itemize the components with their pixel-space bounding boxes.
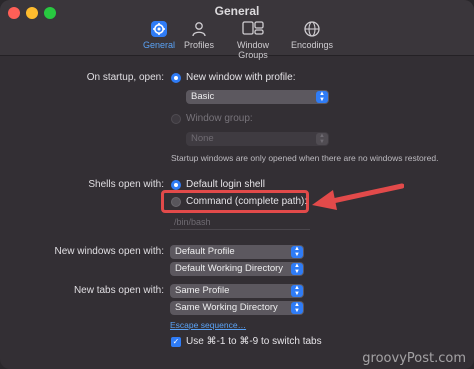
new-windows-directory-popup[interactable]: Default Working Directory ▲ ▼ — [170, 262, 304, 276]
startup-profile-value: Basic — [191, 91, 215, 102]
new-windows-directory-value: Default Working Directory — [175, 263, 284, 274]
startup-profile-popup[interactable]: Basic ▲ ▼ — [186, 90, 329, 104]
tab-window-groups[interactable]: Window Groups — [222, 20, 284, 60]
startup-group-value: None — [191, 133, 214, 144]
startup-label: On startup, open: — [86, 72, 164, 83]
switch-tabs-checkbox[interactable]: ✓ — [171, 337, 181, 347]
new-tabs-profile-popup[interactable]: Same Profile ▲ ▼ — [170, 284, 304, 298]
shells-label: Shells open with: — [88, 179, 164, 190]
tab-encodings-label: Encodings — [290, 40, 334, 50]
tab-general-label: General — [142, 40, 176, 50]
startup-new-window-label[interactable]: New window with profile: — [186, 72, 296, 83]
new-tabs-directory-popup[interactable]: Same Working Directory ▲ ▼ — [170, 301, 304, 315]
preferences-window: General General Profiles Window Groups E… — [0, 0, 474, 369]
chevron-updown-icon: ▲ ▼ — [316, 133, 328, 145]
shell-command-label[interactable]: Command (complete path): — [186, 196, 307, 207]
watermark: groovyPost.com — [362, 351, 466, 366]
globe-icon — [290, 20, 334, 38]
chevron-updown-icon: ▲ ▼ — [291, 263, 303, 275]
chevron-updown-icon: ▲ ▼ — [291, 285, 303, 297]
new-tabs-label: New tabs open with: — [73, 285, 164, 296]
tab-encodings[interactable]: Encodings — [290, 20, 334, 54]
shell-command-path-input[interactable]: /bin/bash — [170, 215, 310, 230]
startup-window-group-label: Window group: — [186, 113, 253, 124]
chevron-updown-icon: ▲ ▼ — [291, 302, 303, 314]
chevron-updown-icon: ▲ ▼ — [291, 246, 303, 258]
tab-profiles-label: Profiles — [183, 40, 214, 50]
new-windows-profile-popup[interactable]: Default Profile ▲ ▼ — [170, 245, 304, 259]
tab-window-groups-label: Window Groups — [236, 40, 269, 60]
shell-command-radio[interactable] — [171, 197, 181, 207]
annotation-arrow-icon — [308, 180, 405, 217]
chevron-updown-icon: ▲ ▼ — [316, 91, 328, 103]
startup-note: Startup windows are only opened when the… — [171, 153, 439, 163]
tab-general[interactable]: General — [137, 19, 181, 56]
startup-window-group-radio[interactable] — [171, 114, 181, 124]
new-windows-label: New windows open with: — [54, 246, 165, 257]
startup-new-window-radio[interactable] — [171, 73, 181, 83]
switch-tabs-label[interactable]: Use ⌘-1 to ⌘-9 to switch tabs — [186, 336, 322, 347]
shell-default-login-radio[interactable] — [171, 180, 181, 190]
tab-profiles[interactable]: Profiles — [182, 20, 216, 54]
window-title: General — [214, 4, 260, 18]
person-icon — [182, 20, 216, 38]
gear-icon — [142, 20, 176, 38]
titlebar: General General Profiles Window Groups E… — [0, 0, 474, 60]
new-windows-profile-value: Default Profile — [175, 246, 235, 257]
escape-sequence-link[interactable]: Escape sequence… — [170, 320, 246, 330]
startup-group-popup[interactable]: None ▲ ▼ — [186, 132, 329, 146]
window-groups-icon — [222, 20, 284, 38]
new-tabs-profile-value: Same Profile — [175, 285, 230, 296]
new-tabs-directory-value: Same Working Directory — [175, 302, 278, 313]
shell-default-login-label[interactable]: Default login shell — [186, 179, 265, 190]
